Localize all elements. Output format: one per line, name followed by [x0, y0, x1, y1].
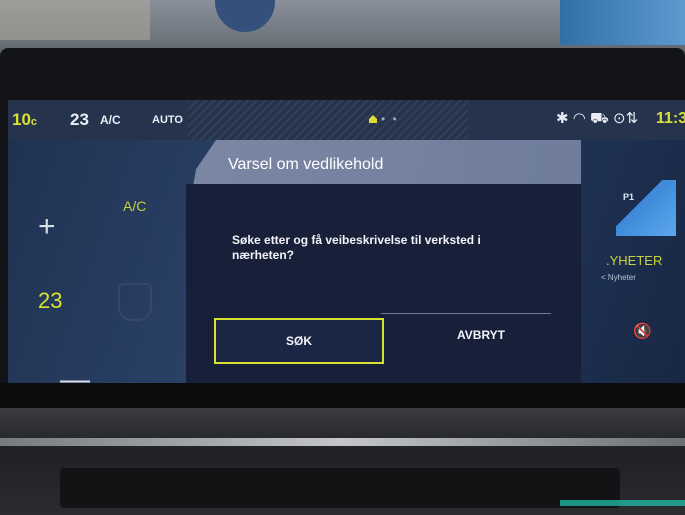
temp-minus-button[interactable]: — [60, 363, 90, 383]
maintenance-dialog: Varsel om vedlikehold Søke etter og få v… [186, 140, 581, 383]
ambient-light [560, 500, 685, 506]
clock: 11:3 [656, 110, 685, 127]
seat-icon[interactable] [118, 283, 152, 321]
station-logo[interactable] [616, 180, 676, 236]
dialog-title: Varsel om vedlikehold [228, 156, 384, 173]
infotainment-screen: 10c 23 A/C AUTO • • ✱ ◠ ⛟ ⊙⇅ 11:3 + A/C … [8, 100, 685, 383]
chrome-trim [0, 438, 685, 446]
dialog-header: Varsel om vedlikehold [186, 140, 581, 184]
fan-temp[interactable]: 23 [70, 110, 89, 130]
search-button[interactable]: SØK [214, 318, 384, 364]
news-subtitle: < Nyheter [601, 273, 636, 282]
driver-temp[interactable]: 10c [12, 110, 37, 130]
background-sign [560, 0, 685, 45]
dashboard-console [0, 408, 685, 515]
background-logo [215, 0, 275, 32]
status-hatch [188, 100, 468, 140]
page-dots: • • [381, 112, 399, 126]
seat-temp: 23 [38, 288, 63, 313]
ac-status[interactable]: A/C [100, 113, 121, 127]
home-icon[interactable] [368, 114, 378, 124]
station-logo-text: P1 [623, 192, 635, 202]
mute-icon[interactable]: 🔇 [633, 322, 652, 340]
media-panel: P1 .YHETER < Nyheter 🔇 [581, 140, 685, 383]
dialog-separator [381, 313, 551, 314]
temp-plus-button[interactable]: + [38, 210, 56, 244]
air-vent [60, 468, 620, 508]
auto-status[interactable]: AUTO [152, 114, 183, 126]
cancel-button[interactable]: AVBRYT [416, 318, 546, 352]
climate-panel: + A/C 23 — [8, 140, 188, 383]
background-shelf [0, 0, 150, 40]
bezel-bottom [0, 383, 685, 408]
ac-label[interactable]: A/C [123, 198, 146, 214]
dialog-message: Søke etter og få veibeskrivelse til verk… [232, 233, 481, 262]
status-icons: ✱ ◠ ⛟ ⊙⇅ [556, 110, 639, 127]
news-title[interactable]: .YHETER [606, 253, 662, 268]
status-bar: 10c 23 A/C AUTO • • ✱ ◠ ⛟ ⊙⇅ 11:3 [8, 100, 685, 140]
